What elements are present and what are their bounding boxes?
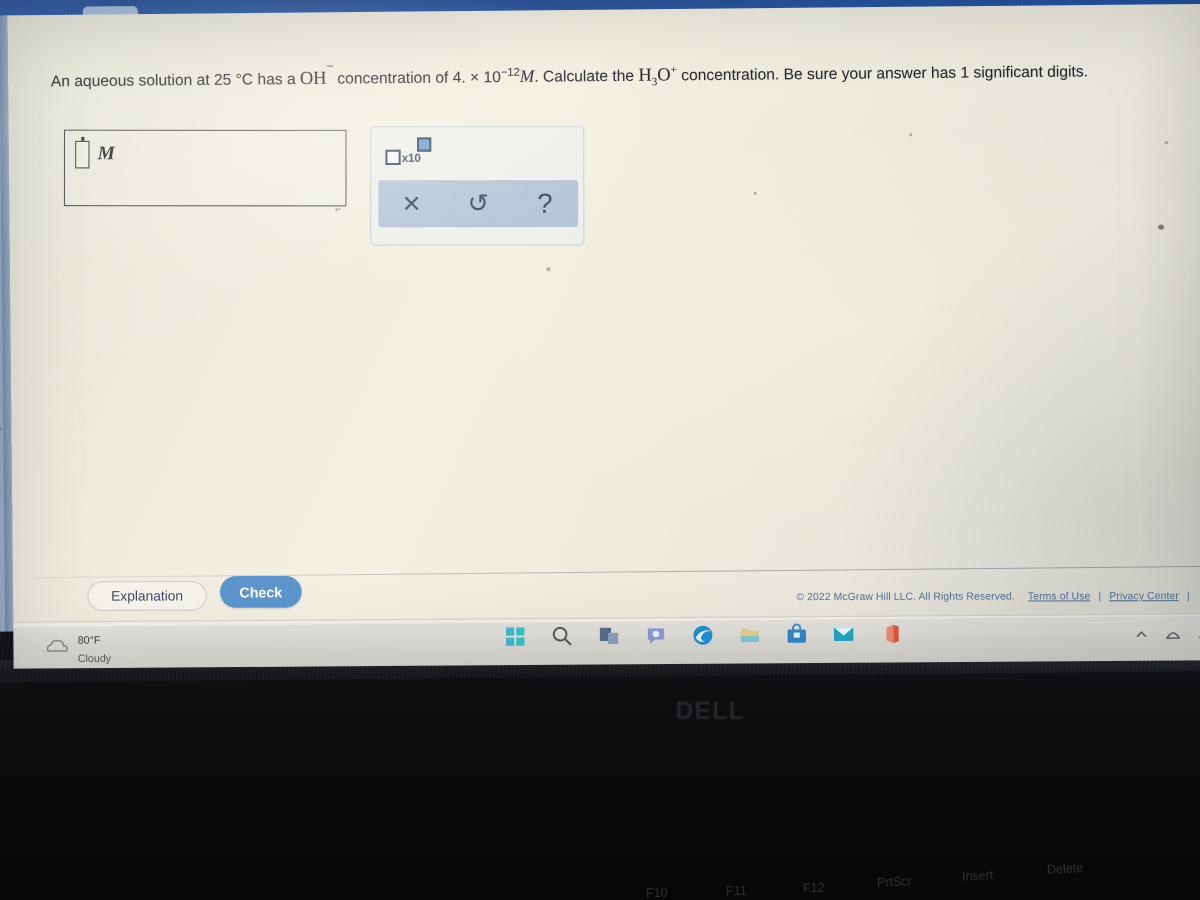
start-icon[interactable] bbox=[503, 624, 528, 649]
taskbar-weather-widget[interactable]: 80°F Cloudy bbox=[44, 630, 111, 668]
weather-text-block: 80°F Cloudy bbox=[78, 630, 112, 668]
footer-separator-2: | bbox=[1187, 590, 1190, 603]
question-part-4: concentration. Be sure your answer has 1… bbox=[676, 63, 1089, 85]
hydronium-species: H3O+ bbox=[638, 64, 677, 89]
windows-taskbar: 80°F Cloudy bbox=[13, 613, 1200, 669]
weather-temperature: 80°F bbox=[77, 634, 101, 647]
palette-button-row: ✕ ↺ ? bbox=[378, 180, 579, 228]
question-exponent: −12 bbox=[500, 66, 520, 79]
laptop-screen: An aqueous solution at 25 °C has a OH− c… bbox=[0, 0, 1200, 683]
keyboard-function-key-row: F10 F11 F12 PrtScr Insert Delete bbox=[0, 856, 1200, 900]
mail-icon[interactable] bbox=[831, 622, 856, 647]
weather-condition: Cloudy bbox=[77, 653, 112, 666]
scientific-notation-icon[interactable]: x10 bbox=[385, 137, 432, 172]
microsoft-store-icon[interactable] bbox=[784, 622, 809, 647]
dell-brand-logo: DELL bbox=[675, 697, 745, 725]
chat-icon[interactable] bbox=[644, 623, 669, 648]
taskbar-app-icons bbox=[503, 622, 903, 649]
screenshot-root: DELL F10 F11 F12 PrtScr Insert Delete An aque… bbox=[0, 0, 1200, 900]
file-explorer-icon[interactable] bbox=[738, 623, 763, 648]
exponent-placeholder-box bbox=[417, 137, 432, 152]
answer-unit-label: M bbox=[97, 142, 115, 165]
help-icon[interactable]: ? bbox=[512, 188, 579, 219]
privacy-center-link[interactable]: Privacy Center bbox=[1109, 591, 1179, 602]
question-unit-molar: M bbox=[519, 66, 535, 86]
task-view-icon[interactable] bbox=[597, 624, 622, 649]
explanation-button[interactable]: Explanation bbox=[87, 581, 207, 611]
mouse-cursor bbox=[0, 417, 3, 440]
network-icon[interactable] bbox=[1165, 627, 1181, 646]
keyboard-key-prtscr: PrtScr bbox=[876, 874, 913, 890]
question-text: An aqueous solution at 25 °C has a OH− c… bbox=[51, 55, 1200, 96]
edge-browser-icon[interactable] bbox=[691, 623, 716, 648]
keyboard-key-insert: Insert bbox=[961, 868, 994, 884]
office-icon[interactable] bbox=[878, 622, 903, 647]
keyboard-key-delete: Delete bbox=[1046, 861, 1084, 877]
content-footer-divider bbox=[35, 565, 1200, 579]
hydroxide-species: OH− bbox=[299, 58, 333, 89]
cloud-icon bbox=[44, 636, 71, 662]
mantissa-placeholder-box bbox=[385, 149, 401, 165]
copyright-text: © 2022 McGraw Hill LLC. All Rights Reser… bbox=[796, 591, 1015, 604]
keyboard-key-f12: F12 bbox=[802, 880, 825, 896]
math-input-palette: x10 ✕ ↺ ? bbox=[370, 126, 585, 246]
scientific-notation-label: x10 bbox=[401, 152, 421, 165]
keyboard-key-f10: F10 bbox=[645, 885, 668, 900]
undo-icon[interactable]: ↺ bbox=[445, 189, 512, 218]
terms-of-use-link[interactable]: Terms of Use bbox=[1028, 591, 1090, 602]
question-part-1: An aqueous solution at 25 °C has a bbox=[50, 70, 301, 91]
clear-icon[interactable]: ✕ bbox=[378, 190, 445, 217]
system-tray bbox=[1134, 627, 1200, 647]
search-icon[interactable] bbox=[550, 624, 575, 649]
text-cursor-cell-icon bbox=[75, 140, 90, 169]
check-button[interactable]: Check bbox=[219, 575, 302, 608]
question-part-2: concentration of 4. × 10 bbox=[332, 68, 501, 88]
aleks-page-surface: An aqueous solution at 25 °C has a OH− c… bbox=[7, 3, 1200, 628]
question-part-3: . Calculate the bbox=[534, 67, 639, 86]
show-hidden-icons-icon[interactable] bbox=[1134, 627, 1148, 646]
answer-input-box[interactable]: M ⌐ bbox=[63, 129, 347, 216]
footer-separator-1: | bbox=[1098, 591, 1102, 603]
footer-copyright: © 2022 McGraw Hill LLC. All Rights Reser… bbox=[796, 591, 1195, 603]
answer-box-resize-handle: ⌐ bbox=[335, 204, 342, 216]
keyboard-key-f11: F11 bbox=[725, 883, 747, 899]
